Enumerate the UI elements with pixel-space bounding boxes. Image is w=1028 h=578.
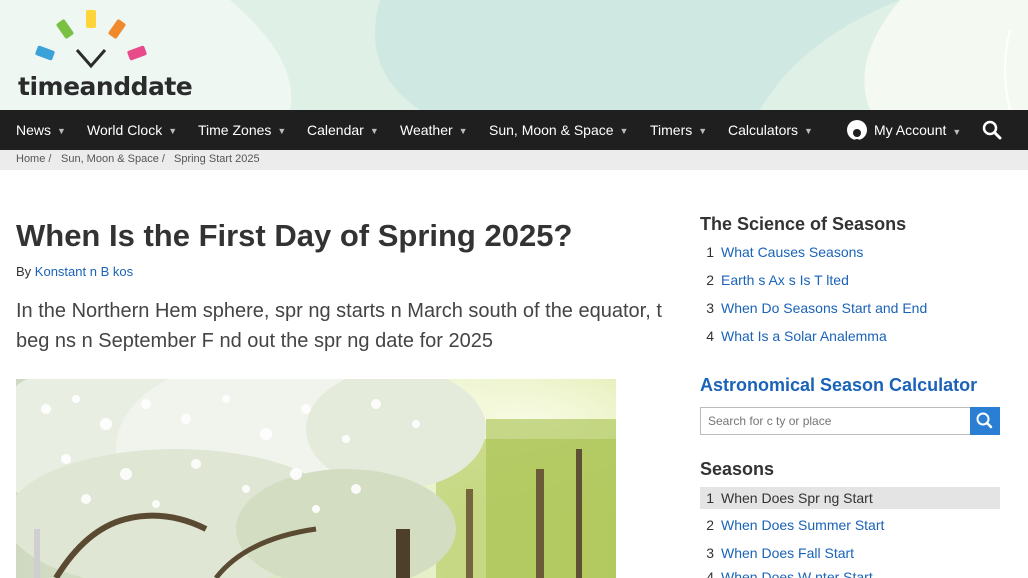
item-number: 4 xyxy=(706,569,714,578)
science-item-1[interactable]: 1 What Causes Seasons xyxy=(700,241,1000,263)
item-number: 1 xyxy=(706,490,714,506)
hero-image xyxy=(16,379,616,578)
item-number: 3 xyxy=(706,545,714,561)
science-of-seasons-heading: The Science of Seasons xyxy=(700,214,907,234)
item-link[interactable]: Earth s Ax s Is T lted xyxy=(721,272,849,288)
chevron-down-icon: ▼ xyxy=(277,126,287,136)
account-label: My Account xyxy=(874,122,947,138)
nav-label: Calendar xyxy=(307,122,364,138)
main-nav: News ▼ World Clock ▼ Time Zones ▼ Calendar ▼… xyxy=(0,110,1028,150)
science-item-4[interactable]: 4 What Is a Solar Analemma xyxy=(700,325,1000,347)
nav-label: Time Zones xyxy=(198,122,272,138)
nav-item-calculators[interactable]: Calculators ▼ xyxy=(728,110,813,150)
season-item-summer[interactable]: 2 When Does Summer Start xyxy=(700,514,1000,536)
chevron-down-icon: ▼ xyxy=(952,127,962,137)
byline: By Konstant n B kos xyxy=(16,264,133,279)
item-link[interactable]: What Causes Seasons xyxy=(721,244,863,260)
season-calculator-heading[interactable]: Astronomical Season Calculator xyxy=(700,375,977,396)
nav-item-news[interactable]: News ▼ xyxy=(16,110,66,150)
nav-item-time-zones[interactable]: Time Zones ▼ xyxy=(198,110,286,150)
byline-prefix: By xyxy=(16,264,32,279)
nav-label: Timers xyxy=(650,122,693,138)
chevron-down-icon: ▼ xyxy=(804,126,813,136)
item-number: 2 xyxy=(706,517,714,533)
item-link[interactable]: When Does Fall Start xyxy=(721,545,854,561)
search-icon xyxy=(976,412,993,429)
site-logo[interactable]: timeanddate xyxy=(16,8,193,102)
chevron-down-icon: ▼ xyxy=(619,126,629,136)
item-link[interactable]: What Is a Solar Analemma xyxy=(721,328,887,344)
logo-sunrise-icon xyxy=(35,10,147,69)
science-item-3[interactable]: 3 When Do Seasons Start and End xyxy=(700,297,1000,319)
item-number: 3 xyxy=(706,300,714,316)
nav-item-calendar[interactable]: Calendar ▼ xyxy=(307,110,379,150)
site-header: timeanddate xyxy=(0,0,1028,110)
page-title: When Is the First Day of Spring 2025? xyxy=(16,218,573,253)
item-link[interactable]: When Does W nter Start xyxy=(721,569,873,578)
nav-label: Weather xyxy=(400,122,453,138)
item-number: 4 xyxy=(706,328,714,344)
lead-paragraph: In the Northern Hem sphere, spr ng start… xyxy=(16,300,662,352)
nav-label: Sun, Moon & Space xyxy=(489,122,614,138)
season-item-spring[interactable]: 1 When Does Spr ng Start xyxy=(700,487,1000,509)
nav-item-world-clock[interactable]: World Clock ▼ xyxy=(87,110,177,150)
item-number: 1 xyxy=(706,244,714,260)
season-item-fall[interactable]: 3 When Does Fall Start xyxy=(700,542,1000,564)
nav-label: News xyxy=(16,122,52,138)
nav-item-weather[interactable]: Weather ▼ xyxy=(400,110,468,150)
breadcrumb-sun-moon-space[interactable]: Sun, Moon & Space / xyxy=(61,153,165,165)
item-link[interactable]: When Does Summer Start xyxy=(721,517,884,533)
season-item-winter[interactable]: 4 When Does W nter Start xyxy=(700,566,1000,578)
science-item-2[interactable]: 2 Earth s Ax s Is T lted xyxy=(700,269,1000,291)
seasons-heading: Seasons xyxy=(700,459,775,479)
chevron-down-icon: ▼ xyxy=(168,126,178,136)
nav-label: Calculators xyxy=(728,122,799,138)
breadcrumb: Home / Sun, Moon & Space / Spring Start … xyxy=(0,150,1028,170)
breadcrumb-current: Spring Start 2025 xyxy=(174,153,260,165)
search-button[interactable] xyxy=(970,407,1000,435)
chevron-down-icon: ▼ xyxy=(57,126,66,136)
breadcrumb-home[interactable]: Home / xyxy=(16,153,51,165)
author-link[interactable]: Konstant n B kos xyxy=(35,264,133,279)
my-account-button[interactable]: My Account ▼ xyxy=(847,110,961,150)
nav-label: World Clock xyxy=(87,122,163,138)
search-icon[interactable] xyxy=(982,120,1002,140)
item-link[interactable]: When Does Spr ng Start xyxy=(721,490,873,506)
user-avatar-icon xyxy=(847,120,867,140)
chevron-down-icon: ▼ xyxy=(458,126,468,136)
chevron-down-icon: ▼ xyxy=(369,126,379,136)
city-search-input[interactable] xyxy=(700,407,970,435)
nav-item-sun-moon-space[interactable]: Sun, Moon & Space ▼ xyxy=(489,110,628,150)
item-number: 2 xyxy=(706,272,714,288)
nav-item-timers[interactable]: Timers ▼ xyxy=(650,110,707,150)
chevron-down-icon: ▼ xyxy=(698,126,708,136)
item-link[interactable]: When Do Seasons Start and End xyxy=(721,300,927,316)
blossom-tree-image xyxy=(16,379,616,578)
logo-text: timeanddate xyxy=(18,72,193,101)
